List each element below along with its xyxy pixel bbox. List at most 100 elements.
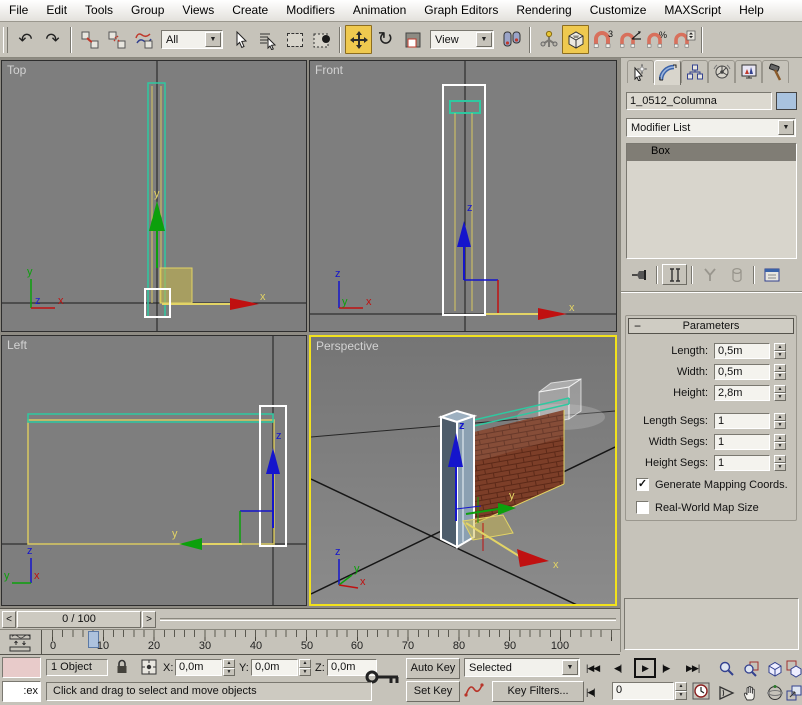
undo-button[interactable]: ↶ <box>12 25 39 54</box>
rollout-header[interactable]: − Parameters <box>628 318 794 334</box>
real-world-checkbox[interactable] <box>636 501 649 514</box>
viewport-top[interactable]: Top x y y z x <box>1 60 307 332</box>
frame-spinner[interactable]: ▲▼ <box>675 682 687 700</box>
viewport-left[interactable]: Left z y z y x <box>1 335 307 606</box>
y-coord-spinner[interactable]: ▲▼ <box>299 659 311 676</box>
angle-snap-3d-button[interactable]: 3 <box>589 25 616 54</box>
zoom-all-button[interactable] <box>740 658 761 679</box>
menu-maxscript[interactable]: MAXScript <box>655 0 730 21</box>
play-button[interactable]: ▶ <box>634 658 656 678</box>
default-in-out-tangents-button[interactable] <box>464 682 486 702</box>
min-max-toggle-button[interactable] <box>786 682 802 703</box>
select-and-rotate-button[interactable]: ↻ <box>372 25 399 54</box>
next-frame-button[interactable]: |▶ <box>662 660 669 677</box>
percent-snap-toggle-button[interactable]: % <box>643 25 670 54</box>
snaps-toggle-button[interactable] <box>562 25 589 54</box>
field-of-view-button[interactable] <box>716 682 737 703</box>
current-frame-field[interactable]: 0 <box>612 682 674 700</box>
menu-graph-editors[interactable]: Graph Editors <box>415 0 507 21</box>
next-frame-slider-button[interactable]: > <box>142 611 156 628</box>
rectangular-selection-region-button[interactable] <box>281 25 308 54</box>
width-spinner[interactable]: ▲▼ <box>774 364 786 380</box>
previous-frame-button[interactable]: ◀| <box>614 660 621 677</box>
goto-start-button[interactable]: |◀◀ <box>586 660 599 677</box>
pan-button[interactable] <box>740 682 761 703</box>
width-segs-spinner[interactable]: ▲▼ <box>774 434 786 450</box>
make-unique-button[interactable] <box>697 264 722 285</box>
select-and-scale-button[interactable] <box>399 25 426 54</box>
auto-key-button[interactable]: Auto Key <box>406 658 460 679</box>
x-coord-spinner[interactable]: ▲▼ <box>223 659 235 676</box>
viewport-front[interactable]: Front z x z y x <box>309 60 617 332</box>
menu-edit[interactable]: Edit <box>37 0 76 21</box>
tab-create[interactable] <box>627 60 654 83</box>
width-segs-field[interactable]: 1 <box>714 434 770 450</box>
select-and-manipulate-button[interactable] <box>535 25 562 54</box>
maxscript-listener-pane[interactable]: :ex <box>2 681 41 702</box>
height-segs-spinner[interactable]: ▲▼ <box>774 455 786 471</box>
zoom-button[interactable] <box>716 658 737 679</box>
menu-group[interactable]: Group <box>122 0 173 21</box>
selection-lock-toggle[interactable] <box>114 658 134 678</box>
object-name-field[interactable]: 1_0512_Columna <box>626 92 772 110</box>
time-slider[interactable]: 0 / 100 <box>17 611 141 628</box>
menu-animation[interactable]: Animation <box>344 0 415 21</box>
track-bar-ruler[interactable]: 0 10 20 30 40 50 60 70 80 90 100 <box>42 630 618 655</box>
open-mini-curve-editor-button[interactable] <box>6 633 36 653</box>
configure-modifier-sets-button[interactable] <box>759 264 784 285</box>
tab-hierarchy[interactable] <box>681 60 708 83</box>
menu-create[interactable]: Create <box>223 0 277 21</box>
selection-filter-dropdown[interactable]: All ▼ <box>161 30 223 49</box>
toolbar-drag-handle[interactable] <box>3 27 8 53</box>
menu-tools[interactable]: Tools <box>76 0 122 21</box>
modifier-list-dropdown[interactable]: Modifier List ▼ <box>626 118 796 137</box>
unlink-selection-button[interactable] <box>103 25 130 54</box>
length-segs-field[interactable]: 1 <box>714 413 770 429</box>
generate-mapping-checkbox[interactable]: ✓ <box>636 478 649 491</box>
pin-stack-button[interactable] <box>627 264 652 285</box>
spinner-snap-toggle-button[interactable] <box>670 25 697 54</box>
height-spinner[interactable]: ▲▼ <box>774 385 786 401</box>
menu-views[interactable]: Views <box>173 0 223 21</box>
time-slider-track[interactable] <box>160 618 616 621</box>
redo-button[interactable]: ↷ <box>39 25 66 54</box>
angle-snap-toggle-button[interactable] <box>616 25 643 54</box>
tab-motion[interactable] <box>708 60 735 83</box>
modifier-stack[interactable]: Box <box>626 143 797 259</box>
arc-rotate-button[interactable] <box>764 682 785 703</box>
previous-frame-slider-button[interactable]: < <box>2 611 16 628</box>
menu-rendering[interactable]: Rendering <box>507 0 580 21</box>
set-key-button[interactable]: Set Key <box>406 681 460 702</box>
height-segs-field[interactable]: 1 <box>714 455 770 471</box>
menu-customize[interactable]: Customize <box>581 0 656 21</box>
menu-file[interactable]: File <box>0 0 37 21</box>
selection-set-dropdown[interactable]: Selected ▼ <box>464 658 580 677</box>
stack-item-box[interactable]: Box <box>627 144 796 161</box>
remove-modifier-button[interactable] <box>724 264 749 285</box>
bind-to-space-warp-button[interactable] <box>130 25 157 54</box>
width-field[interactable]: 0,5m <box>714 364 770 380</box>
length-field[interactable]: 0,5m <box>714 343 770 359</box>
key-filters-button[interactable]: Key Filters... <box>492 681 584 702</box>
use-pivot-point-center-button[interactable] <box>498 25 525 54</box>
object-color-swatch[interactable] <box>776 92 797 110</box>
select-by-name-button[interactable] <box>254 25 281 54</box>
menu-modifiers[interactable]: Modifiers <box>277 0 344 21</box>
x-coord-field[interactable]: 0,0m <box>175 659 222 676</box>
key-mode-toggle[interactable]: |◀| <box>586 684 595 701</box>
absolute-offset-toggle[interactable] <box>140 658 160 678</box>
select-and-link-button[interactable] <box>76 25 103 54</box>
tab-modify[interactable] <box>654 60 681 85</box>
macro-recorder-pane[interactable] <box>2 657 41 678</box>
tab-display[interactable] <box>735 60 762 83</box>
select-object-button[interactable] <box>227 25 254 54</box>
tab-utilities[interactable] <box>762 60 789 83</box>
length-segs-spinner[interactable]: ▲▼ <box>774 413 786 429</box>
time-configuration-button[interactable] <box>692 682 712 702</box>
length-spinner[interactable]: ▲▼ <box>774 343 786 359</box>
y-coord-field[interactable]: 0,0m <box>251 659 298 676</box>
goto-end-button[interactable]: ▶▶| <box>686 660 699 677</box>
menu-help[interactable]: Help <box>730 0 773 21</box>
height-field[interactable]: 2,8m <box>714 385 770 401</box>
window-crossing-toggle-button[interactable] <box>308 25 335 54</box>
